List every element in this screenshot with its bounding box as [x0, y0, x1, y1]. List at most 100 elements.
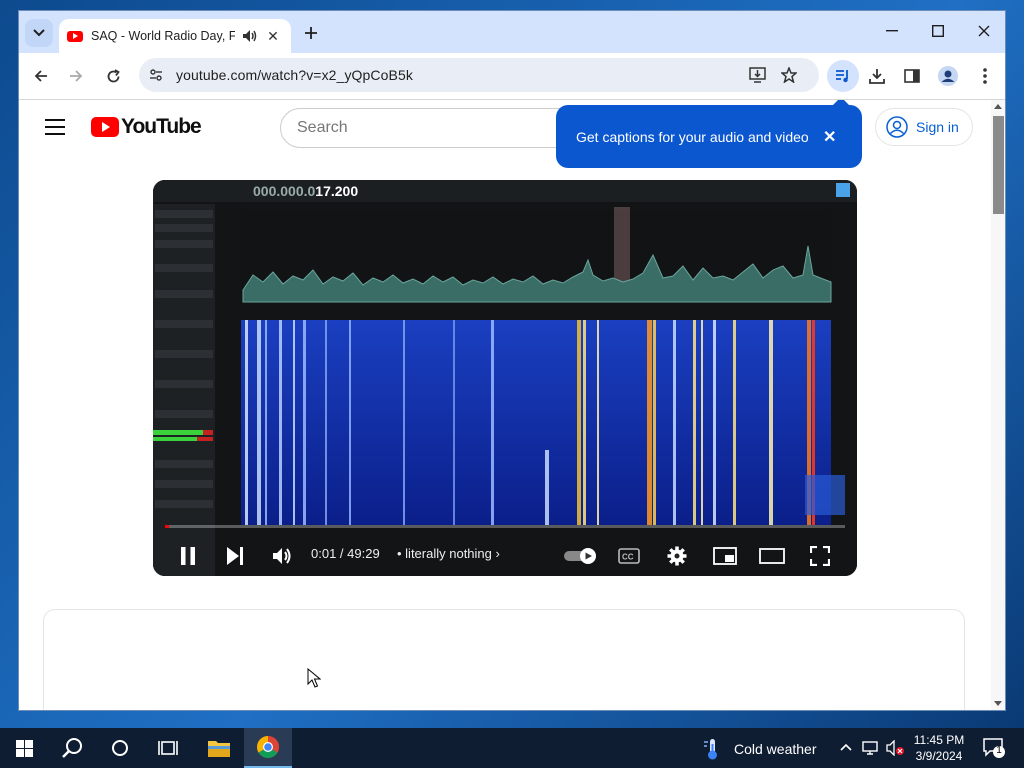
back-button[interactable]	[27, 62, 55, 90]
close-tooltip-icon[interactable]: ✕	[823, 127, 836, 147]
url-text[interactable]: youtube.com/watch?v=x2_yQpCoB5k	[176, 67, 413, 83]
youtube-page: YouTube Search Sign in Get captions for …	[19, 100, 991, 710]
browser-tab[interactable]: SAQ - World Radio Day, Feb ✕	[59, 19, 291, 53]
close-window-button[interactable]	[961, 11, 1005, 51]
theater-mode-button[interactable]	[758, 542, 786, 570]
video-progress-fill	[165, 525, 169, 528]
audio-playing-icon[interactable]	[241, 28, 257, 44]
autoplay-toggle-icon	[564, 548, 596, 564]
settings-button[interactable]	[663, 542, 691, 570]
sdr-spectrum-display	[153, 180, 857, 576]
weather-widget[interactable]: Cold weather	[702, 738, 817, 760]
video-progress-bar[interactable]	[165, 525, 845, 528]
content-card	[43, 609, 965, 710]
svg-text:CC: CC	[622, 553, 634, 562]
downloads-button[interactable]	[863, 62, 891, 90]
close-tab-icon[interactable]: ✕	[265, 28, 281, 44]
closed-captions-icon: CC	[618, 548, 640, 564]
start-button[interactable]	[0, 728, 48, 768]
next-button[interactable]	[221, 542, 249, 570]
arrow-left-icon	[34, 70, 47, 82]
reload-icon	[107, 68, 120, 82]
page-scrollbar[interactable]	[991, 100, 1005, 710]
chapter-link[interactable]: • literally nothing ›	[397, 546, 500, 561]
scrollbar-thumb[interactable]	[993, 116, 1004, 214]
star-bookmark-icon[interactable]	[781, 67, 797, 83]
minimize-icon	[886, 30, 898, 32]
minimize-button[interactable]	[869, 11, 915, 51]
captions-tooltip-text: Get captions for your audio and video	[576, 129, 809, 145]
gear-icon	[667, 546, 687, 566]
chevron-up-icon[interactable]	[840, 743, 852, 751]
clock-date: 3/9/2024	[915, 749, 963, 763]
frequency-readout: 000.000.017.200	[253, 183, 359, 199]
search-input[interactable]: Search	[280, 108, 600, 148]
sign-in-label: Sign in	[916, 119, 959, 135]
cortana-button[interactable]	[96, 728, 144, 768]
side-panel-button[interactable]	[898, 62, 926, 90]
account-circle-icon	[886, 116, 908, 138]
new-tab-button[interactable]	[299, 21, 323, 45]
network-icon[interactable]	[862, 740, 880, 756]
miniplayer-button[interactable]	[711, 542, 739, 570]
maximize-button[interactable]	[915, 11, 961, 51]
search-icon	[62, 738, 82, 758]
captions-tooltip: Get captions for your audio and video ✕	[556, 100, 862, 168]
browser-window: SAQ - World Radio Day, Feb ✕ youtube.com…	[18, 10, 1006, 711]
scroll-down-icon[interactable]	[994, 701, 1002, 706]
profile-avatar-icon	[938, 66, 958, 86]
weather-text: Cold weather	[734, 741, 817, 757]
notification-center-button[interactable]: 1	[982, 736, 1006, 760]
folder-icon	[208, 741, 230, 757]
miniplayer-icon	[713, 547, 737, 565]
hamburger-menu-icon[interactable]	[45, 119, 65, 135]
youtube-logo-text: YouTube	[121, 115, 202, 138]
chrome-taskbar-item[interactable]	[244, 728, 292, 768]
youtube-play-icon	[91, 117, 119, 137]
youtube-favicon-icon	[67, 30, 83, 42]
profile-button[interactable]	[934, 62, 962, 90]
more-vert-icon	[983, 68, 987, 84]
clock-time: 11:45 PM	[913, 733, 965, 747]
scroll-up-icon[interactable]	[994, 104, 1002, 109]
windows-logo-icon	[15, 739, 33, 757]
chrome-menu-button[interactable]	[971, 62, 999, 90]
system-clock[interactable]: 11:45 PM 3/9/2024	[908, 732, 970, 764]
maximize-icon	[932, 25, 944, 37]
plus-icon	[305, 27, 317, 39]
time-display: 0:01 / 49:29	[311, 546, 380, 561]
chrome-icon	[257, 736, 279, 758]
youtube-logo[interactable]: YouTube	[91, 115, 202, 139]
autoplay-toggle[interactable]	[563, 542, 599, 570]
browser-toolbar: youtube.com/watch?v=x2_yQpCoB5k	[19, 53, 1005, 99]
tab-strip: SAQ - World Radio Day, Feb ✕	[19, 11, 1005, 53]
task-view-icon	[158, 741, 178, 755]
skip-next-icon	[227, 547, 243, 565]
volume-muted-icon[interactable]	[886, 740, 906, 756]
address-bar[interactable]: youtube.com/watch?v=x2_yQpCoB5k	[139, 58, 819, 92]
reload-button[interactable]	[99, 62, 127, 90]
volume-button[interactable]	[268, 542, 296, 570]
pause-button[interactable]	[174, 542, 202, 570]
chevron-down-icon	[33, 29, 45, 37]
tab-title: SAQ - World Radio Day, Feb	[91, 29, 235, 43]
download-icon	[869, 69, 885, 84]
close-icon	[978, 25, 990, 37]
tab-search-button[interactable]	[25, 19, 53, 47]
thermometer-icon	[704, 739, 717, 760]
install-app-icon[interactable]	[749, 67, 766, 83]
search-button[interactable]	[48, 728, 96, 768]
pause-icon	[181, 547, 195, 565]
forward-button[interactable]	[62, 62, 90, 90]
media-controls-button[interactable]	[827, 60, 859, 92]
sign-in-button[interactable]: Sign in	[875, 108, 973, 146]
file-explorer-taskbar-item[interactable]	[195, 728, 243, 768]
site-info-icon[interactable]	[149, 68, 163, 82]
fullscreen-button[interactable]	[806, 542, 834, 570]
captions-button[interactable]: CC	[615, 542, 643, 570]
video-player[interactable]: 000.000.017.200 0:01 / 49:29 • literally…	[153, 180, 857, 576]
side-panel-icon	[904, 69, 920, 83]
music-queue-icon	[836, 70, 848, 83]
task-view-button[interactable]	[144, 728, 192, 768]
cortana-ring-icon	[112, 740, 128, 756]
